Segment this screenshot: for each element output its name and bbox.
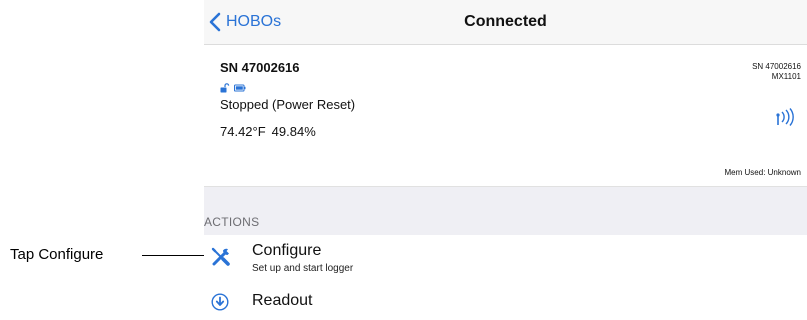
callout-label: Tap Configure — [10, 246, 104, 263]
configure-callout: Tap Configure — [0, 244, 204, 266]
download-circle-icon — [211, 293, 229, 311]
status-icons — [220, 80, 246, 93]
back-button[interactable]: HOBOs — [208, 10, 281, 34]
device-state: Stopped (Power Reset) — [220, 97, 356, 112]
temperature-reading: 74.42°F — [220, 124, 266, 139]
callout-line — [142, 255, 204, 256]
unlocked-lock-icon — [220, 80, 230, 93]
wrench-screwdriver-icon — [211, 247, 230, 266]
readout-row[interactable]: Readout — [204, 284, 807, 320]
device-id-block: SN 47002616 MX1101 — [752, 62, 801, 82]
humidity-reading: 49.84% — [271, 124, 316, 139]
configure-subtitle: Set up and start logger — [252, 263, 354, 274]
memory-status: Mem Used: Unknown — [724, 168, 801, 177]
page-title: Connected — [464, 13, 547, 30]
right-serial: SN 47002616 — [752, 62, 801, 71]
configure-title: Configure — [252, 242, 322, 259]
bluetooth-signal-icon — [776, 108, 794, 126]
device-panel: HOBOs Connected SN 47002616 Stopped (Pow… — [204, 0, 807, 320]
device-model: MX1101 — [771, 72, 801, 81]
actions-section: ACTIONS — [204, 186, 807, 236]
back-button-label: HOBOs — [226, 13, 282, 30]
sensor-readings: 74.42°F 49.84% — [220, 124, 316, 139]
battery-icon — [234, 80, 246, 92]
configure-row[interactable]: Configure Set up and start logger — [204, 235, 807, 283]
navigation-bar: HOBOs Connected — [204, 0, 807, 45]
chevron-left-icon — [209, 12, 221, 32]
readout-title: Readout — [252, 292, 313, 309]
actions-header: ACTIONS — [204, 215, 260, 229]
device-serial: SN 47002616 — [220, 60, 300, 75]
device-summary: SN 47002616 Stopped (Power Reset) 74.42°… — [204, 45, 807, 185]
